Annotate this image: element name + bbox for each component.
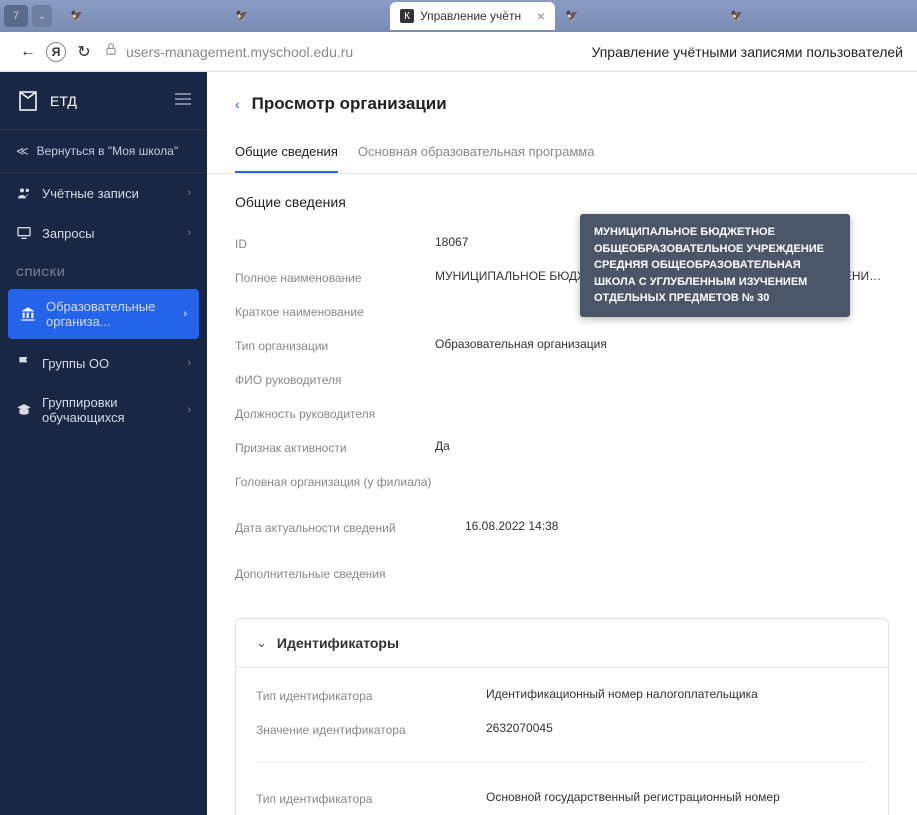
field-parent-org: Головная организация (у филиала) xyxy=(235,464,889,498)
field-label: ID xyxy=(235,235,435,251)
sidebar-item-label: Группировки обучающихся xyxy=(42,395,177,425)
field-date: Дата актуальности сведений 16.08.2022 14… xyxy=(235,510,889,544)
page-title: Просмотр организации xyxy=(252,94,447,114)
sidebar-back-label: Вернуться в "Моя школа" xyxy=(37,144,179,158)
identifiers-panel: ⌄ Идентификаторы Тип идентификатора Иден… xyxy=(235,618,889,815)
reload-button[interactable]: ↻ xyxy=(70,38,98,66)
field-value: 2632070045 xyxy=(456,721,868,735)
browser-tab-2[interactable]: 🦅 xyxy=(225,2,390,30)
tab-program[interactable]: Основная образовательная программа xyxy=(358,134,595,173)
identifier-group-2: Тип идентификатора Основной государствен… xyxy=(256,762,868,815)
sidebar-item-accounts[interactable]: Учётные записи › xyxy=(0,173,207,213)
chevron-left-icon: ≪ xyxy=(16,144,29,158)
sidebar-item-groups[interactable]: Группы ОО › xyxy=(0,343,207,383)
sidebar: ЕТД ≪ Вернуться в "Моя школа" Учётные за… xyxy=(0,72,207,815)
identifier-type-row: Тип идентификатора Идентификационный ном… xyxy=(256,678,868,712)
browser-tab-active[interactable]: К Управление учётн × xyxy=(390,2,555,30)
emblem-icon: 🦅 xyxy=(70,9,84,23)
users-icon xyxy=(16,185,32,201)
sidebar-item-label: Образовательные организа... xyxy=(46,299,173,329)
sidebar-item-student-groups[interactable]: Группировки обучающихся › xyxy=(0,383,207,437)
graduation-icon xyxy=(16,402,32,418)
browser-tab-1[interactable]: 🦅 xyxy=(60,2,225,30)
sidebar-item-label: Группы ОО xyxy=(42,356,109,371)
chevron-right-icon: › xyxy=(183,308,187,320)
identifiers-toggle[interactable]: ⌄ Идентификаторы xyxy=(236,619,888,668)
tab-general[interactable]: Общие сведения xyxy=(235,134,338,173)
chevron-right-icon: › xyxy=(187,404,191,416)
field-value: Да xyxy=(435,439,889,453)
logo[interactable]: ЕТД xyxy=(16,89,77,113)
sidebar-section-lists: СПИСКИ xyxy=(0,253,207,285)
logo-text: ЕТД xyxy=(50,93,77,109)
page-title-right: Управление учётными записями пользовател… xyxy=(591,44,903,60)
back-button[interactable]: ← xyxy=(14,38,42,66)
field-label: Тип идентификатора xyxy=(256,687,456,703)
back-chevron-icon[interactable]: ‹ xyxy=(235,96,240,112)
section-heading: Общие сведения xyxy=(235,194,889,210)
sidebar-back-link[interactable]: ≪ Вернуться в "Моя школа" xyxy=(0,130,207,173)
sidebar-header: ЕТД xyxy=(0,72,207,130)
field-label: Должность руководителя xyxy=(235,405,435,421)
emblem-icon: 🦅 xyxy=(235,9,249,23)
chevron-right-icon: › xyxy=(187,187,191,199)
flag-icon xyxy=(16,355,32,371)
close-icon[interactable]: × xyxy=(537,8,545,24)
tab-dropdown-chevron[interactable]: ⌄ xyxy=(32,5,52,27)
field-active: Признак активности Да xyxy=(235,430,889,464)
field-label: Дата актуальности сведений xyxy=(235,519,435,535)
browser-tabs: 7 ⌄ 🦅 🦅 К Управление учётн × 🦅 🦅 xyxy=(0,0,917,32)
identifiers-body: Тип идентификатора Идентификационный ном… xyxy=(236,668,888,815)
url-text[interactable]: users-management.myschool.edu.ru xyxy=(126,44,353,60)
lock-icon xyxy=(104,42,118,61)
field-head-pos: Должность руководителя xyxy=(235,396,889,430)
field-id: ID 18067 МУНИЦИПАЛЬНОЕ БЮДЖЕТНОЕ ОБЩЕОБР… xyxy=(235,226,889,260)
field-label: Тип идентификатора xyxy=(256,790,456,806)
field-label: Тип организации xyxy=(235,337,435,353)
field-label: Дополнительные сведения xyxy=(235,565,435,581)
sidebar-item-label: Учётные записи xyxy=(42,186,139,201)
tabs: Общие сведения Основная образовательная … xyxy=(207,134,917,174)
identifier-group-1: Тип идентификатора Идентификационный ном… xyxy=(256,674,868,756)
sidebar-item-organizations[interactable]: Образовательные организа... › xyxy=(8,289,199,339)
field-label: Значение идентификатора xyxy=(256,721,456,737)
hamburger-icon[interactable] xyxy=(175,92,191,109)
chevron-down-icon: ⌄ xyxy=(256,635,267,651)
field-label: Головная организация (у филиала) xyxy=(235,473,435,489)
general-section: Общие сведения ID 18067 МУНИЦИПАЛЬНОЕ БЮ… xyxy=(207,174,917,598)
field-extra: Дополнительные сведения xyxy=(235,556,889,590)
field-value: Основной государственный регистрационный… xyxy=(456,790,868,804)
field-orgtype: Тип организации Образовательная организа… xyxy=(235,328,889,362)
logo-icon xyxy=(16,89,40,113)
app-icon: К xyxy=(400,9,414,23)
browser-tab-5[interactable]: 🦅 xyxy=(720,2,885,30)
tab-counter[interactable]: 7 xyxy=(4,5,28,27)
identifier-type-row: Тип идентификатора Основной государствен… xyxy=(256,781,868,815)
content-header: ‹ Просмотр организации xyxy=(207,72,917,128)
field-value: Образовательная организация xyxy=(435,337,889,351)
field-label: Полное наименование xyxy=(235,269,435,285)
field-label: Краткое наименование xyxy=(235,303,435,319)
sidebar-item-requests[interactable]: Запросы › xyxy=(0,213,207,253)
chevron-right-icon: › xyxy=(187,357,191,369)
tooltip-fullname: МУНИЦИПАЛЬНОЕ БЮДЖЕТНОЕ ОБЩЕОБРАЗОВАТЕЛЬ… xyxy=(580,214,850,317)
identifier-value-row: Значение идентификатора 2632070045 xyxy=(256,712,868,746)
chevron-right-icon: › xyxy=(187,227,191,239)
field-label: Признак активности xyxy=(235,439,435,455)
sidebar-item-label: Запросы xyxy=(42,226,94,241)
content: ‹ Просмотр организации Общие сведения Ос… xyxy=(207,72,917,815)
emblem-icon: 🦅 xyxy=(730,9,744,23)
emblem-icon: 🦅 xyxy=(565,9,579,23)
field-head-fio: ФИО руководителя xyxy=(235,362,889,396)
identifiers-title: Идентификаторы xyxy=(277,635,399,651)
field-value: 16.08.2022 14:38 xyxy=(435,519,889,533)
browser-tab-4[interactable]: 🦅 xyxy=(555,2,720,30)
browser-address-bar: ← Я ↻ users-management.myschool.edu.ru У… xyxy=(0,32,917,72)
monitor-icon xyxy=(16,225,32,241)
field-label: ФИО руководителя xyxy=(235,371,435,387)
tab-title: Управление учётн xyxy=(420,9,521,23)
yandex-button[interactable]: Я xyxy=(42,38,70,66)
institution-icon xyxy=(20,306,36,322)
field-value: Идентификационный номер налогоплательщик… xyxy=(456,687,868,701)
